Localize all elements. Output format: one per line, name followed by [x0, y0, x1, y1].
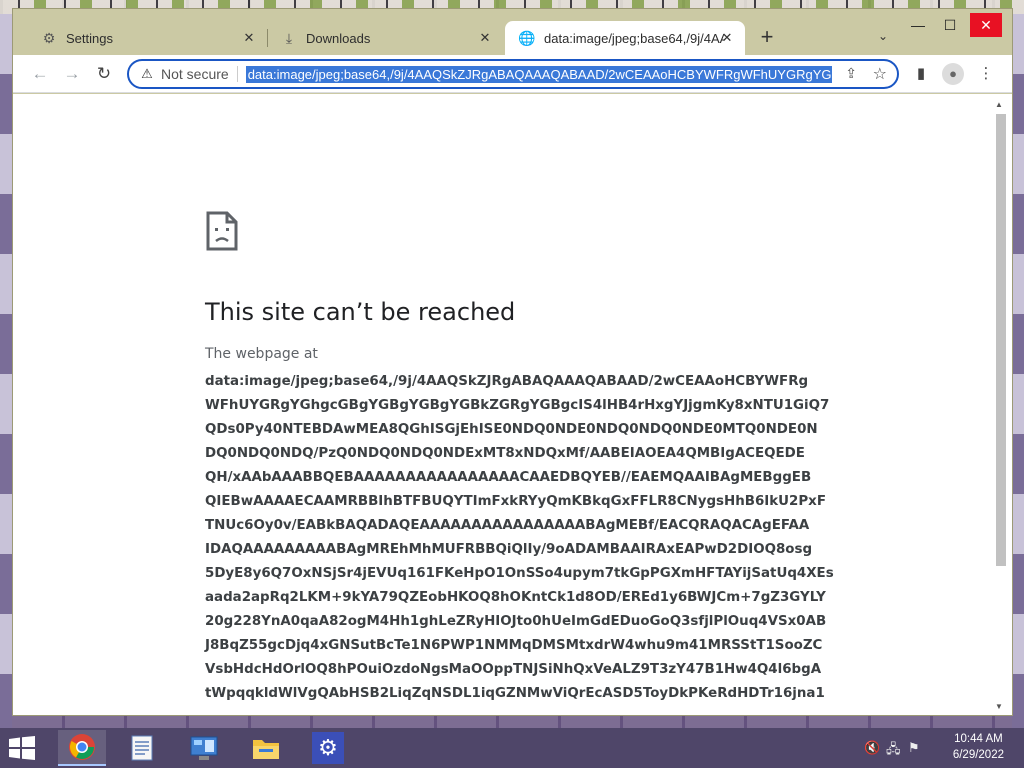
minimize-button[interactable]: —: [902, 13, 934, 37]
url-line: 20g228YnA0qaA82ogM4Hh1ghLeZRyHIOJto0hUeI…: [205, 614, 827, 629]
side-panel-icon[interactable]: ▮: [910, 63, 932, 85]
url-line: WFhUYGRgYGhgcGBgYGBgYGBgYGBkZGRgYGBgcIS4…: [205, 398, 830, 413]
share-icon[interactable]: ⇪: [845, 65, 857, 82]
url-line: DQ0NDQ0NDQ/PzQ0NDQ0NDQ0NDExMT8xNDQxMf/AA…: [205, 446, 805, 461]
taskbar-control-panel[interactable]: [180, 730, 228, 766]
tab-label: data:image/jpeg;base64,/9j/4AAQ: [544, 30, 724, 46]
menu-kebab-icon[interactable]: ⋮: [975, 63, 997, 85]
reload-button[interactable]: ↻: [93, 63, 115, 85]
tab-settings[interactable]: ⚙ Settings ✕: [27, 21, 267, 55]
browser-window: ⚙ Settings ✕ ⤓ Downloads ✕ 🌐 data:image/…: [12, 8, 1013, 716]
browser-toolbar: ← → ↻ ⚠ Not secure data:image/jpeg;base6…: [13, 55, 1012, 93]
vertical-scrollbar[interactable]: ▲ ▼: [994, 100, 1006, 711]
bookmark-star-icon[interactable]: ☆: [873, 64, 887, 84]
file-explorer-icon: [253, 740, 279, 759]
taskbar-settings[interactable]: ⚙: [304, 730, 352, 766]
wallpaper-right-edge: [1012, 14, 1024, 728]
clock-date: 6/29/2022: [952, 749, 1004, 761]
clock-time: 10:44 AM: [954, 733, 1003, 745]
profile-avatar-icon[interactable]: ●: [942, 63, 964, 85]
tab-search-button[interactable]: ⌄: [878, 29, 888, 43]
url-line: QDs0Py40NTEBDAwMEA8QGhISGjEhISE0NDQ0NDE0…: [205, 422, 818, 437]
globe-icon: 🌐: [518, 29, 536, 46]
error-title: This site can’t be reached: [205, 298, 516, 326]
control-panel-icon: [190, 736, 218, 760]
warning-icon[interactable]: ⚠: [139, 66, 155, 82]
url-line: 5DyE8y6Q7OxNSjSr4jEVUq161FKeHpO1OnSSo4up…: [205, 566, 834, 581]
error-url-block: data:image/jpeg;base64,/9j/4AAQSkZJRgABA…: [205, 370, 834, 706]
scroll-up-arrow-icon[interactable]: ▲: [995, 100, 1003, 109]
tab-label: Downloads: [306, 30, 371, 46]
error-intro: The webpage at: [205, 346, 318, 362]
new-tab-button[interactable]: +: [755, 26, 779, 48]
notepad-icon: [131, 735, 153, 761]
url-line: tWpqqkldWlVgQAbHSB2LiqZqNSDL1iqGZNMwViQr…: [205, 686, 825, 701]
url-line: QH/xAAbAAABBQEBAAAAAAAAAAAAAAAACAAEDBQYE…: [205, 470, 812, 485]
maximize-button[interactable]: ☐: [934, 13, 966, 37]
tab-data-url[interactable]: 🌐 data:image/jpeg;base64,/9j/4AAQ ✕: [505, 21, 745, 55]
start-button[interactable]: [8, 736, 36, 760]
tab-label: Settings: [66, 30, 113, 46]
taskbar: ⚙ 🔇 🖧 ⚑ 10:44 AM 6/29/2022: [0, 728, 1024, 768]
url-line: TNUc6Oy0v/EABkBAQADAQEAAAAAAAAAAAAAAAABA…: [205, 518, 810, 533]
clock[interactable]: 10:44 AM 6/29/2022: [953, 731, 1004, 763]
system-tray: 🔇 🖧 ⚑ 10:44 AM 6/29/2022: [864, 728, 1024, 768]
tab-downloads[interactable]: ⤓ Downloads ✕: [267, 21, 503, 55]
sad-page-icon: [206, 211, 238, 251]
close-window-button[interactable]: ✕: [970, 13, 1002, 37]
download-icon: ⤓: [285, 29, 293, 46]
scroll-down-arrow-icon[interactable]: ▼: [995, 702, 1003, 711]
action-center-icon[interactable]: ⚑: [908, 740, 920, 756]
taskbar-notepad[interactable]: [118, 730, 166, 766]
network-icon[interactable]: 🖧: [886, 740, 901, 762]
forward-button[interactable]: →: [61, 63, 83, 85]
tab-strip: ⚙ Settings ✕ ⤓ Downloads ✕ 🌐 data:image/…: [13, 9, 1012, 55]
security-label[interactable]: Not secure: [161, 66, 229, 82]
close-icon[interactable]: ✕: [241, 30, 257, 46]
gear-icon: ⚙: [42, 29, 56, 46]
chrome-icon: [69, 734, 95, 760]
omnibox-divider: [236, 66, 238, 82]
close-icon[interactable]: ✕: [477, 30, 493, 46]
volume-muted-icon[interactable]: 🔇: [864, 740, 880, 756]
close-icon[interactable]: ✕: [719, 30, 735, 46]
url-line: IDAQAAAAAAAAABAgMREhMhMUFRBBQiQlIy/9oADA…: [205, 542, 813, 557]
taskbar-chrome[interactable]: [58, 730, 106, 766]
scroll-thumb[interactable]: [996, 114, 1006, 566]
url-text[interactable]: data:image/jpeg;base64,/9j/4AAQSkZJRgABA…: [245, 65, 832, 83]
address-bar[interactable]: ⚠ Not secure data:image/jpeg;base64,/9j/…: [127, 59, 899, 89]
url-line: VsbHdcHdOrlOQ8hPOuiOzdoNgsMaOOppTNJSiNhQ…: [205, 662, 822, 677]
settings-icon: ⚙: [312, 732, 344, 764]
url-line: data:image/jpeg;base64,/9j/4AAQSkZJRgABA…: [205, 374, 809, 389]
wallpaper-left-edge: [0, 14, 12, 728]
back-button[interactable]: ←: [29, 63, 51, 85]
page-content: This site can’t be reached The webpage a…: [13, 94, 1012, 715]
url-line: aada2apRq2LKM+9kYA79QZEobHKOQ8hOKntCk1d8…: [205, 590, 826, 605]
url-line: QIEBwAAAAECAAMRBBIhBTFBUQYTImFxkRYyQmKBk…: [205, 494, 826, 509]
taskbar-file-explorer[interactable]: [242, 730, 290, 766]
url-line: J8BqZ55gcDjq4xGNSutBcTe1N6PWP1NMMqDMSMtx…: [205, 638, 823, 653]
